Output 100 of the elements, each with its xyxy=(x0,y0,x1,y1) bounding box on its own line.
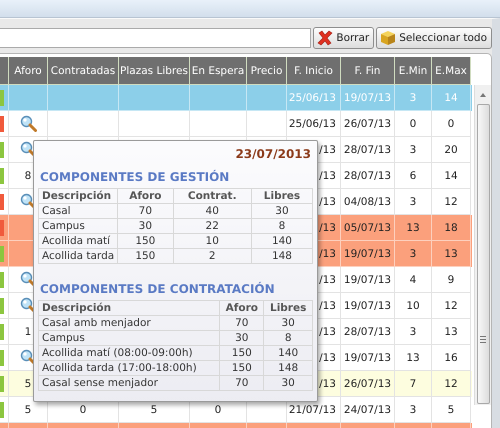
table-cell: 6 xyxy=(410,170,416,182)
table-cell: 3 xyxy=(410,404,416,416)
table-cell: 4 xyxy=(410,274,416,286)
table-cell: 40 xyxy=(173,204,252,218)
table-cell: 28/07/13 xyxy=(344,170,392,182)
table-cell: 19/07/13 xyxy=(344,352,392,364)
table-cell: 18 xyxy=(444,222,458,234)
table-cell: 140 xyxy=(251,234,312,248)
table-cell: 16 xyxy=(444,352,458,364)
table-cell: Acollida matí (08:00-09:00h) xyxy=(38,346,220,360)
table-cell: 5 xyxy=(24,378,32,390)
table-cell: 28/07/13 xyxy=(344,326,392,338)
column-header: Contrat. xyxy=(173,188,252,204)
column-header: Precio xyxy=(247,57,287,85)
table-cell: 0 xyxy=(80,404,86,416)
table-cell: 5 xyxy=(150,404,158,416)
table-cell: 25/06/13 xyxy=(288,118,336,130)
section-title: COMPONENTES DE GESTIÓN xyxy=(40,170,230,184)
table-cell: 13 xyxy=(444,326,458,338)
column-header: Libres xyxy=(264,300,312,316)
column-header: Descripción xyxy=(38,188,118,204)
table-cell: 30 xyxy=(251,204,312,218)
table-cell: 22 xyxy=(173,218,252,234)
column-header: Aforo xyxy=(220,300,264,316)
table-cell: 148 xyxy=(264,360,312,376)
table-cell: Casal xyxy=(38,204,118,218)
table-cell: 3 xyxy=(410,248,416,260)
table-cell: Campus xyxy=(38,218,118,234)
table-cell: 10 xyxy=(406,300,420,312)
table-cell: 8 xyxy=(24,170,32,182)
table-cell: 3 xyxy=(410,196,416,208)
table-cell: 150 xyxy=(118,248,174,264)
column-header: Libres xyxy=(251,188,312,204)
table-cell: 12 xyxy=(444,300,458,312)
table-cell: /13 xyxy=(319,274,336,286)
table-cell: 2 xyxy=(173,248,252,264)
table-cell: /13 xyxy=(319,378,336,390)
table-cell: 5 xyxy=(24,404,32,416)
table-cell: 150 xyxy=(220,360,264,376)
table-cell: 8 xyxy=(264,330,312,346)
table-cell: 30 xyxy=(264,376,312,390)
table-cell: 13 xyxy=(444,248,458,260)
table-cell: 24/07/13 xyxy=(344,404,392,416)
table-cell: /13 xyxy=(319,326,336,338)
table-cell: 10 xyxy=(173,234,252,248)
table-cell: 70 xyxy=(118,204,174,218)
table-cell: /13 xyxy=(319,144,336,156)
section-title: COMPONENTES DE CONTRATACIÓN xyxy=(40,282,276,296)
table-cell: /13 xyxy=(319,352,336,364)
table-cell: 3 xyxy=(410,92,416,104)
tooltip-date: 23/07/2013 xyxy=(234,147,312,161)
column-header: E.Min xyxy=(395,57,432,85)
table-cell: 70 xyxy=(220,376,264,390)
column-header: E.Max xyxy=(432,57,471,85)
table-cell: 9 xyxy=(448,274,454,286)
table-cell: 5 xyxy=(448,404,454,416)
table-cell: 1 xyxy=(24,326,32,338)
table-cell: 19/07/13 xyxy=(344,274,392,286)
table-cell: 70 xyxy=(220,316,264,330)
table-cell: 14 xyxy=(444,92,458,104)
column-header: Descripción xyxy=(38,300,220,316)
table-cell: 150 xyxy=(220,346,264,360)
table-cell: 7 xyxy=(410,378,416,390)
table-cell: 0 xyxy=(410,118,416,130)
table-cell: 19/07/13 xyxy=(344,248,392,260)
table-cell: /13 xyxy=(319,196,336,208)
table-cell: 13 xyxy=(406,352,420,364)
table-cell: 21/07/13 xyxy=(288,404,336,416)
table-cell: Campus xyxy=(38,330,220,346)
table-cell: 26/07/13 xyxy=(344,118,392,130)
column-header: Contratadas xyxy=(48,57,119,85)
table-cell: 19/07/13 xyxy=(344,300,392,312)
table-cell: 12 xyxy=(444,196,458,208)
column-header: F. Fin xyxy=(341,57,395,85)
table-cell: Casal amb menjador xyxy=(38,316,220,330)
table-cell: 3 xyxy=(410,326,416,338)
column-header: En Espera xyxy=(190,57,247,85)
table-cell: 0 xyxy=(448,118,454,130)
table-cell: Acollida matí xyxy=(38,234,118,248)
table-cell: 30 xyxy=(220,330,264,346)
table-cell: 148 xyxy=(251,248,312,264)
table-cell: 14 xyxy=(444,170,458,182)
table-cell: 05/07/13 xyxy=(344,222,392,234)
table-cell: /13 xyxy=(319,248,336,260)
table-cell: 13 xyxy=(406,222,420,234)
table-cell: /13 xyxy=(319,300,336,312)
table-cell: 12 xyxy=(444,378,458,390)
table-cell: 0 xyxy=(214,404,222,416)
column-header: Aforo xyxy=(9,57,48,85)
table-cell: 28/07/13 xyxy=(344,144,392,156)
table-cell: 150 xyxy=(118,234,174,248)
table-cell: Acollida tarda xyxy=(38,248,118,264)
table-cell: 26/07/13 xyxy=(344,378,392,390)
table-cell: Casal sense menjador xyxy=(38,376,220,390)
table-cell: /13 xyxy=(319,222,336,234)
table-cell: 04/08/13 xyxy=(344,196,392,208)
column-header: Plazas Libres xyxy=(119,57,190,85)
column-header: F. Inicio xyxy=(287,57,341,85)
table-cell: 30 xyxy=(118,218,174,234)
table-cell: 8 xyxy=(251,218,312,234)
